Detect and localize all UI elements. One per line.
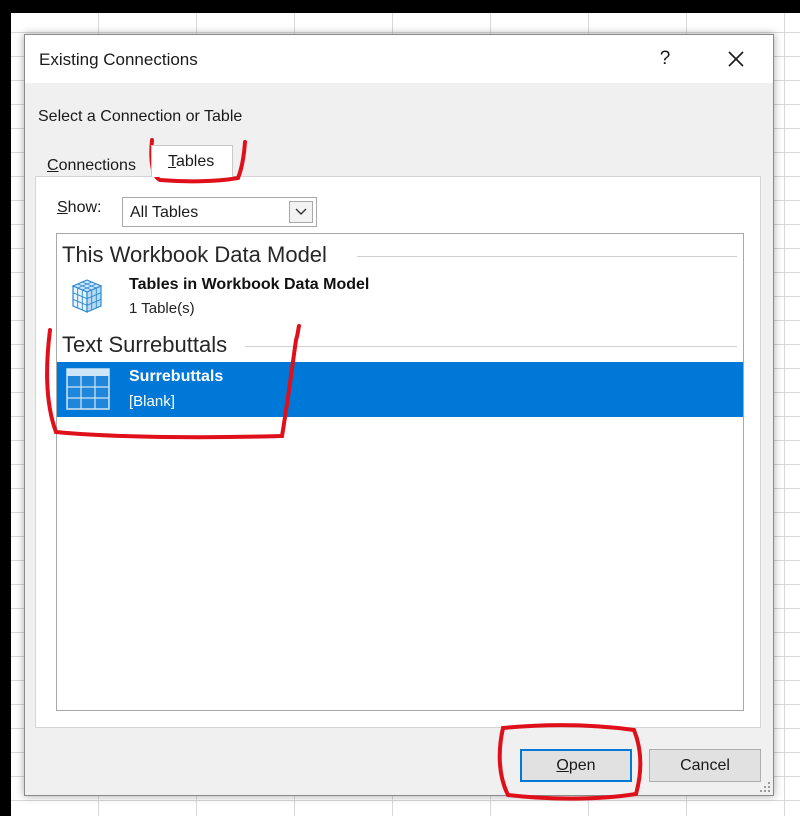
chevron-down-icon	[295, 208, 307, 215]
help-button[interactable]: ?	[647, 43, 683, 75]
show-label-accesskey: S	[57, 199, 68, 216]
show-label: Show:	[57, 199, 101, 217]
dropdown-arrow-button[interactable]	[289, 201, 313, 223]
group-divider	[357, 256, 737, 257]
show-label-text: how:	[67, 199, 102, 216]
close-button[interactable]	[715, 43, 757, 75]
table-icon	[65, 366, 111, 417]
close-icon	[728, 51, 744, 67]
group-header-text-surrebuttals: Text Surrebuttals	[62, 332, 236, 358]
item-subtitle: 1 Table(s)	[129, 300, 195, 317]
group-divider	[245, 346, 737, 347]
cancel-button[interactable]: Cancel	[649, 749, 761, 782]
item-title: Surrebuttals	[129, 368, 224, 385]
tab-connections-accesskey: C	[47, 157, 59, 174]
tables-list[interactable]: This Workbook Data Model Tables in Workb…	[56, 233, 744, 711]
item-subtitle: [Blank]	[129, 393, 175, 410]
dialog-titlebar: Existing Connections ?	[25, 35, 773, 83]
dialog-subtitle: Select a Connection or Table	[38, 108, 243, 125]
data-model-cube-icon	[65, 274, 109, 323]
tab-connections-label: onnections	[58, 157, 136, 174]
list-item-surrebuttals[interactable]: Surrebuttals [Blank]	[57, 362, 743, 417]
dialog-title: Existing Connections	[39, 50, 198, 69]
open-button[interactable]: Open	[520, 749, 632, 782]
item-title: Tables in Workbook Data Model	[129, 276, 370, 293]
existing-connections-dialog: Existing Connections ? Select a Connecti…	[24, 34, 774, 796]
tab-tables-label: ables	[176, 153, 215, 170]
open-button-label: pen	[568, 757, 596, 774]
show-filter-dropdown[interactable]: All Tables	[122, 197, 317, 227]
tab-tables[interactable]: Tables	[151, 145, 233, 177]
tab-tables-accesskey: T	[168, 153, 176, 170]
show-filter-value: All Tables	[130, 204, 199, 221]
list-item-tables-in-data-model[interactable]: Tables in Workbook Data Model 1 Table(s)	[57, 270, 743, 322]
window-border-top	[0, 0, 800, 13]
resize-grip-icon[interactable]	[759, 781, 771, 793]
window-border-left	[0, 0, 11, 816]
open-button-accesskey: O	[556, 757, 569, 774]
group-header-workbook-data-model: This Workbook Data Model	[62, 242, 335, 268]
